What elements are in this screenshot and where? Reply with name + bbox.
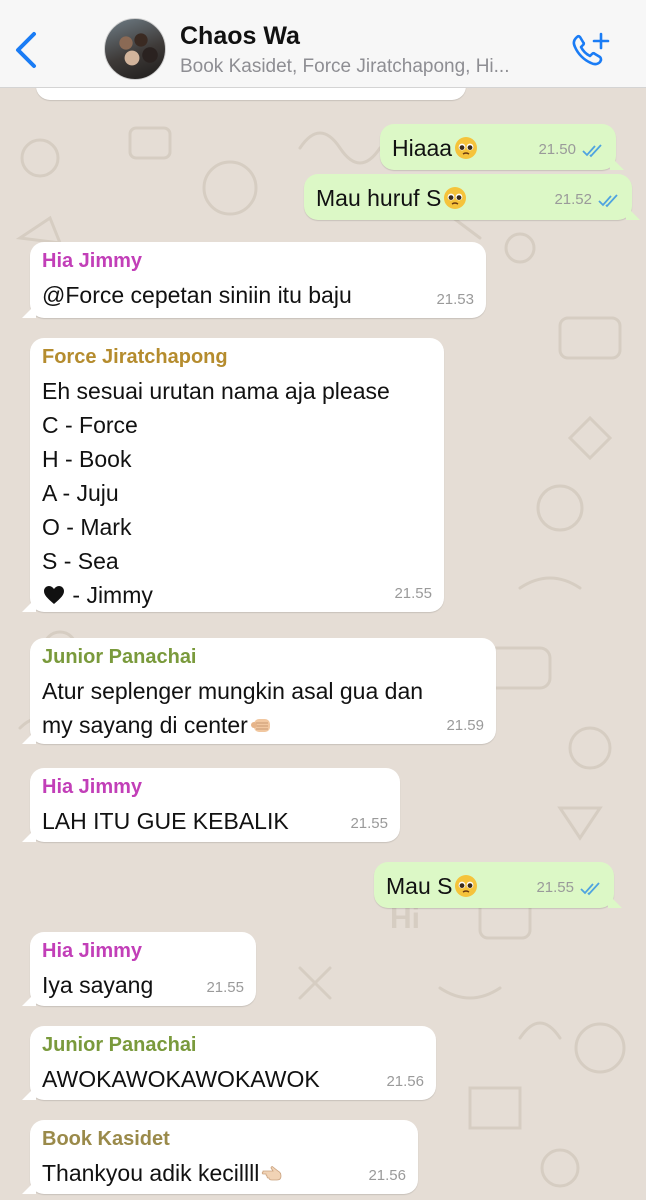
message-line: O - Mark <box>42 514 132 540</box>
message-text: LAH ITU GUE KEBALIK <box>42 808 289 834</box>
pointing-hand-icon <box>262 1166 282 1181</box>
message-line: S - Sea <box>42 548 119 574</box>
bubble-tail <box>22 598 36 612</box>
read-ticks-icon <box>598 194 618 208</box>
message-line: A - Juju <box>42 480 119 506</box>
chevron-left-icon <box>16 32 36 68</box>
message-line: Eh sesuai urutan nama aja please <box>42 378 390 404</box>
message-bubble-incoming[interactable]: Book Kasidet Thankyou adik kecillll 21.5… <box>22 1120 418 1194</box>
message-time: 21.56 <box>386 1073 424 1090</box>
message-line-text: my sayang di center <box>42 712 248 738</box>
message-bubble-outgoing[interactable]: Mau huruf S 21.52 <box>304 174 640 220</box>
chat-title[interactable]: Chaos Wa <box>180 22 300 51</box>
message-text: Mau huruf S <box>316 185 442 211</box>
partial-message <box>36 88 466 100</box>
message-time: 21.55 <box>536 879 574 896</box>
bubble-tail <box>22 1180 36 1194</box>
sender-name[interactable]: Book Kasidet <box>42 1126 406 1152</box>
message-bubble-incoming[interactable]: Junior Panachai AWOKAWOKAWOKAWOK 21.56 <box>22 1026 436 1100</box>
bubble-tail <box>22 828 36 842</box>
message-time: 21.56 <box>368 1167 406 1184</box>
bubble-tail <box>608 894 622 908</box>
message-text: AWOKAWOKAWOKAWOK <box>42 1066 320 1092</box>
message-text: Mau S <box>386 873 453 899</box>
bubble-tail <box>626 206 640 220</box>
pleading-face-icon <box>455 137 478 159</box>
message-bubble-incoming[interactable]: Hia Jimmy Iya sayang 21.55 <box>22 932 256 1006</box>
message-text-content: Thankyou adik kecillll <box>42 1160 260 1186</box>
chat-header: Chaos Wa Book Kasidet, Force Jiratchapon… <box>0 0 646 88</box>
bubble-tail <box>610 156 624 170</box>
sender-name[interactable]: Hia Jimmy <box>42 774 388 800</box>
pleading-face-icon <box>455 875 478 897</box>
message-list[interactable]: Hi Hiaaa 21.50 Mau huruf S 21.52 Hia Jim… <box>0 88 646 1200</box>
read-ticks-icon <box>580 882 600 896</box>
chat-participants[interactable]: Book Kasidet, Force Jiratchapong, Hi... <box>180 56 564 78</box>
message-time: 21.59 <box>446 717 484 734</box>
message-bubble-incoming[interactable]: Hia Jimmy LAH ITU GUE KEBALIK 21.55 <box>22 768 400 842</box>
message-line: Atur seplenger mungkin asal gua dan <box>42 678 424 704</box>
message-time: 21.52 <box>554 191 592 208</box>
message-time: 21.53 <box>436 291 474 308</box>
message-text: Hiaaa <box>392 135 453 161</box>
message-bubble-incoming[interactable]: Hia Jimmy @Force cepetan siniin itu baju… <box>22 242 486 318</box>
sender-name[interactable]: Junior Panachai <box>42 1032 424 1058</box>
message-text: @Force cepetan siniin itu baju <box>42 282 352 308</box>
message-line-text: - Jimmy <box>66 582 153 608</box>
message-bubble-outgoing[interactable]: Hiaaa 21.50 <box>380 124 624 170</box>
add-call-button[interactable] <box>568 30 614 72</box>
message-line: H - Book <box>42 446 132 472</box>
bubble-tail <box>22 304 36 318</box>
message-time: 21.50 <box>538 141 576 158</box>
add-call-icon <box>572 32 610 66</box>
message-line: - Jimmy <box>42 578 432 612</box>
message-time: 21.55 <box>206 979 244 996</box>
sender-name[interactable]: Hia Jimmy <box>42 248 474 274</box>
sender-name[interactable]: Force Jiratchapong <box>42 344 432 370</box>
message-time: 21.55 <box>350 815 388 832</box>
sender-name[interactable]: Junior Panachai <box>42 644 484 670</box>
pleading-face-icon <box>444 187 467 209</box>
message-bubble-incoming[interactable]: Force Jiratchapong Eh sesuai urutan nama… <box>22 338 444 612</box>
black-heart-icon <box>44 586 64 604</box>
message-line: C - Force <box>42 412 138 438</box>
bubble-tail <box>22 730 36 744</box>
message-bubble-incoming[interactable]: Junior Panachai Atur seplenger mungkin a… <box>22 638 496 744</box>
read-ticks-icon <box>582 144 602 158</box>
pointing-fist-icon <box>250 719 270 732</box>
group-avatar[interactable] <box>104 18 166 80</box>
back-button[interactable] <box>10 28 46 72</box>
message-bubble-outgoing[interactable]: Mau S 21.55 <box>374 862 622 908</box>
sender-name[interactable]: Hia Jimmy <box>42 938 244 964</box>
bubble-tail <box>22 992 36 1006</box>
bubble-tail <box>22 1086 36 1100</box>
message-time: 21.55 <box>394 585 432 602</box>
message-text: Thankyou adik kecillll <box>42 1156 406 1190</box>
message-line: my sayang di center <box>42 708 484 742</box>
